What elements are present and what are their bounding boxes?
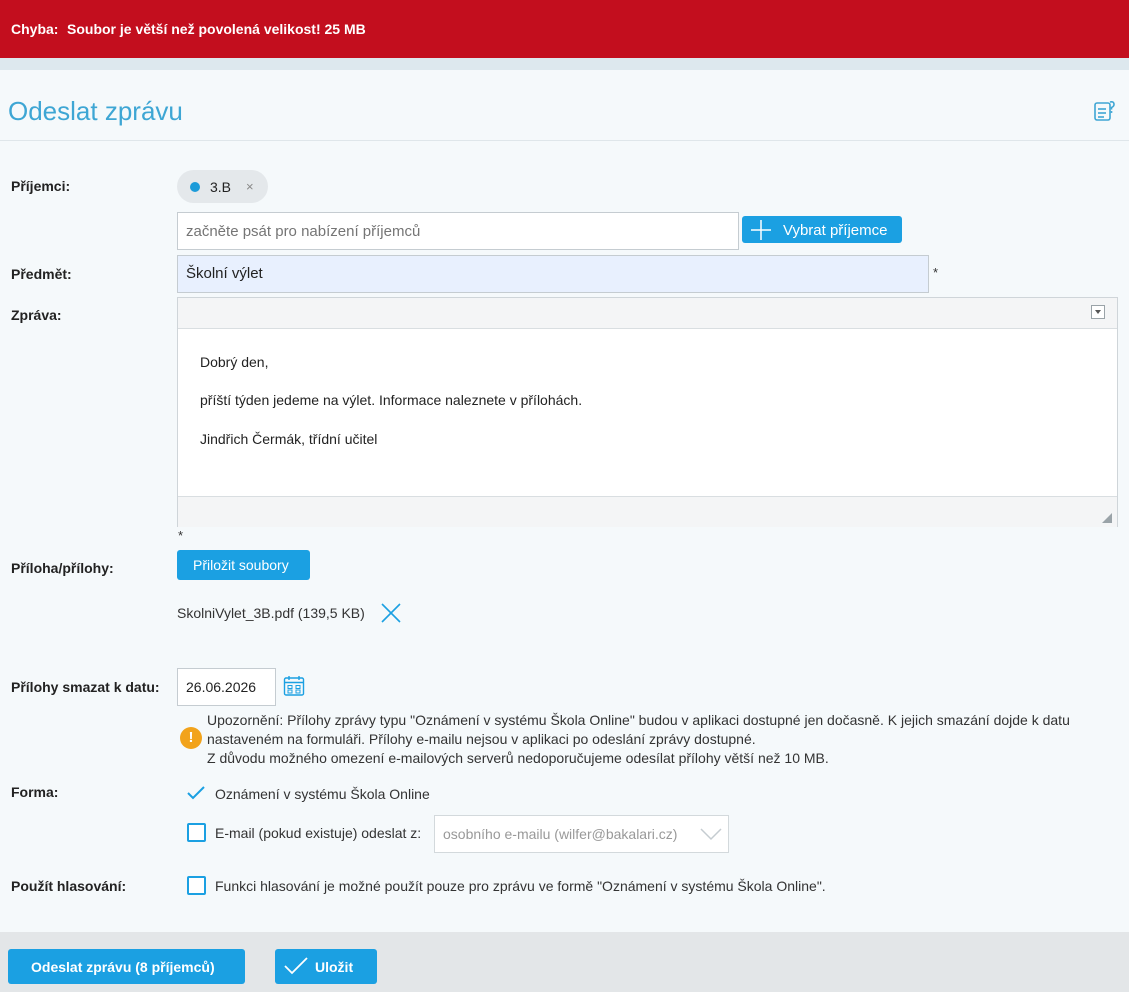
email-sender-value: osobního e-mailu (wilfer@bakalari.cz)	[443, 826, 678, 842]
recipient-chip-label: 3.B	[210, 179, 232, 195]
editor-statusbar	[178, 496, 1117, 527]
message-line: Jindřich Čermák, třídní učitel	[200, 431, 378, 447]
warning-icon: !	[180, 727, 202, 749]
recipient-search-input[interactable]	[177, 212, 739, 250]
chevron-down-icon	[700, 828, 722, 841]
page-title: Odeslat zprávu	[8, 96, 183, 126]
save-button[interactable]: Uložit	[275, 949, 377, 984]
toolbar-dropdown-icon[interactable]	[1091, 305, 1105, 319]
subject-input[interactable]: Školní výlet	[177, 255, 929, 293]
send-message-label: Odeslat zprávu (8 příjemců)	[31, 959, 215, 975]
attach-files-button[interactable]: Přiložit soubory	[177, 550, 310, 580]
attached-file: SkolniVylet_3B.pdf (139,5 KB)	[177, 605, 365, 621]
plus-icon	[751, 220, 771, 240]
calendar-icon[interactable]	[283, 675, 305, 697]
help-icon[interactable]	[1093, 99, 1117, 123]
message-line: příští týden jedeme na výlet. Informace …	[200, 392, 583, 408]
attachments-label: Příloha/přílohy:	[11, 560, 114, 576]
remove-file-icon[interactable]	[380, 602, 402, 624]
voting-checkbox[interactable]	[187, 876, 206, 895]
save-label: Uložit	[315, 959, 354, 975]
message-required-mark: *	[178, 528, 184, 543]
message-line: Dobrý den,	[200, 354, 269, 370]
voting-label: Použít hlasování:	[11, 878, 127, 894]
select-recipients-label: Vybrat příjemce	[783, 222, 888, 239]
attach-files-label: Přiložit soubory	[193, 557, 289, 573]
recipient-chip[interactable]: 3.B ×	[177, 170, 268, 203]
editor-body[interactable]: Dobrý den, příští týden jedeme na výlet.…	[178, 329, 1117, 496]
email-sender-select[interactable]: osobního e-mailu (wilfer@bakalari.cz)	[434, 815, 729, 853]
group-dot-icon	[190, 182, 200, 192]
select-recipients-button[interactable]: Vybrat příjemce	[742, 216, 902, 243]
subject-label: Předmět:	[11, 266, 72, 282]
form-option-system: Oznámení v systému Škola Online	[215, 786, 430, 802]
warning-line: Z důvodu možného omezení e-mailových ser…	[207, 750, 829, 766]
message-editor[interactable]: Dobrý den, příští týden jedeme na výlet.…	[177, 297, 1118, 527]
error-label: Chyba:	[11, 21, 59, 37]
delete-date-input[interactable]: 26.06.2026	[177, 668, 276, 706]
delete-date-label: Přílohy smazat k datu:	[11, 679, 160, 695]
email-checkbox[interactable]	[187, 823, 206, 842]
recipients-label: Příjemci:	[11, 178, 71, 194]
form-option-email: E-mail (pokud existuje) odeslat z:	[215, 825, 422, 841]
remove-chip-icon[interactable]: ×	[246, 179, 254, 194]
error-banner: Chyba: Soubor je větší než povolená veli…	[0, 0, 1129, 58]
resize-grip-icon[interactable]	[1102, 513, 1112, 523]
warning-line: Upozornění: Přílohy zprávy typu "Oznámen…	[207, 712, 1070, 747]
editor-toolbar	[178, 298, 1117, 329]
divider	[0, 58, 1129, 70]
error-message: Soubor je větší než povolená velikost! 2…	[67, 21, 366, 37]
subject-required-mark: *	[933, 265, 939, 280]
warning-text: Upozornění: Přílohy zprávy typu "Oznámen…	[207, 711, 1122, 768]
send-message-button[interactable]: Odeslat zprávu (8 příjemců)	[8, 949, 245, 984]
checkmark-icon[interactable]	[186, 785, 206, 801]
form-label: Forma:	[11, 784, 59, 800]
check-icon	[284, 957, 308, 975]
voting-text: Funkci hlasování je možné použít pouze p…	[215, 878, 826, 894]
message-label: Zpráva:	[11, 307, 62, 323]
